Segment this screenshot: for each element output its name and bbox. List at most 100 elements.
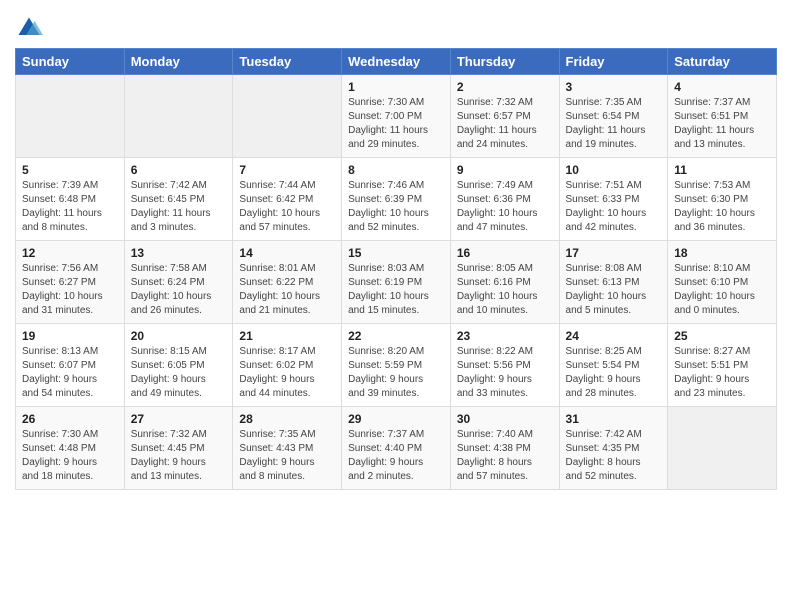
day-info: Sunrise: 8:10 AM Sunset: 6:10 PM Dayligh… <box>674 262 770 318</box>
day-info: Sunrise: 7:51 AM Sunset: 6:33 PM Dayligh… <box>566 179 662 235</box>
weekday-header-tuesday: Tuesday <box>233 49 342 75</box>
calendar-cell: 1 Sunrise: 7:30 AM Sunset: 7:00 PM Daylig… <box>342 75 451 158</box>
calendar-table: SundayMondayTuesdayWednesdayThursdayFrid… <box>15 48 777 490</box>
calendar-cell: 10 Sunrise: 7:51 AM Sunset: 6:33 PM Dayli… <box>559 158 668 241</box>
calendar-cell: 4 Sunrise: 7:37 AM Sunset: 6:51 PM Daylig… <box>668 75 777 158</box>
day-number: 22 <box>348 329 444 343</box>
page-header <box>15 10 777 42</box>
day-number: 5 <box>22 163 118 177</box>
day-info: Sunrise: 8:01 AM Sunset: 6:22 PM Dayligh… <box>239 262 335 318</box>
calendar-cell: 11 Sunrise: 7:53 AM Sunset: 6:30 PM Dayli… <box>668 158 777 241</box>
day-number: 13 <box>131 246 227 260</box>
day-info: Sunrise: 7:56 AM Sunset: 6:27 PM Dayligh… <box>22 262 118 318</box>
calendar-cell: 20Sunrise: 8:15 AM Sunset: 6:05 PM Dayli… <box>124 324 233 407</box>
calendar-cell <box>233 75 342 158</box>
day-info: Sunrise: 7:30 AM Sunset: 7:00 PM Dayligh… <box>348 96 444 152</box>
day-info: Sunrise: 7:53 AM Sunset: 6:30 PM Dayligh… <box>674 179 770 235</box>
calendar-cell: 17 Sunrise: 8:08 AM Sunset: 6:13 PM Dayli… <box>559 241 668 324</box>
day-info: Sunrise: 7:46 AM Sunset: 6:39 PM Dayligh… <box>348 179 444 235</box>
day-info: Sunrise: 7:35 AM Sunset: 4:43 PM Dayligh… <box>239 428 335 484</box>
day-number: 11 <box>674 163 770 177</box>
calendar-cell <box>668 407 777 490</box>
calendar-week-row: 1 Sunrise: 7:30 AM Sunset: 7:00 PM Daylig… <box>16 75 777 158</box>
day-number: 3 <box>566 80 662 94</box>
calendar-cell: 2 Sunrise: 7:32 AM Sunset: 6:57 PM Daylig… <box>450 75 559 158</box>
weekday-header-friday: Friday <box>559 49 668 75</box>
weekday-header-sunday: Sunday <box>16 49 125 75</box>
day-info: Sunrise: 7:30 AM Sunset: 4:48 PM Dayligh… <box>22 428 118 484</box>
calendar-cell <box>124 75 233 158</box>
calendar-week-row: 12 Sunrise: 7:56 AM Sunset: 6:27 PM Dayli… <box>16 241 777 324</box>
day-info: Sunrise: 7:39 AM Sunset: 6:48 PM Dayligh… <box>22 179 118 235</box>
day-number: 24 <box>566 329 662 343</box>
day-info: Sunrise: 7:58 AM Sunset: 6:24 PM Dayligh… <box>131 262 227 318</box>
day-info: Sunrise: 7:44 AM Sunset: 6:42 PM Dayligh… <box>239 179 335 235</box>
day-info: Sunrise: 7:37 AM Sunset: 6:51 PM Dayligh… <box>674 96 770 152</box>
page-container: SundayMondayTuesdayWednesdayThursdayFrid… <box>0 0 792 505</box>
calendar-cell: 8Sunrise: 7:46 AM Sunset: 6:39 PM Daylig… <box>342 158 451 241</box>
day-number: 17 <box>566 246 662 260</box>
day-info: Sunrise: 7:49 AM Sunset: 6:36 PM Dayligh… <box>457 179 553 235</box>
day-number: 25 <box>674 329 770 343</box>
weekday-header-saturday: Saturday <box>668 49 777 75</box>
day-number: 30 <box>457 412 553 426</box>
day-number: 26 <box>22 412 118 426</box>
weekday-header-monday: Monday <box>124 49 233 75</box>
day-number: 12 <box>22 246 118 260</box>
weekday-header-thursday: Thursday <box>450 49 559 75</box>
logo <box>15 14 47 42</box>
day-info: Sunrise: 7:35 AM Sunset: 6:54 PM Dayligh… <box>566 96 662 152</box>
day-info: Sunrise: 7:42 AM Sunset: 4:35 PM Dayligh… <box>566 428 662 484</box>
calendar-week-row: 26 Sunrise: 7:30 AM Sunset: 4:48 PM Dayli… <box>16 407 777 490</box>
day-info: Sunrise: 7:32 AM Sunset: 6:57 PM Dayligh… <box>457 96 553 152</box>
day-info: Sunrise: 8:17 AM Sunset: 6:02 PM Dayligh… <box>239 345 335 401</box>
day-number: 1 <box>348 80 444 94</box>
day-number: 23 <box>457 329 553 343</box>
day-info: Sunrise: 8:15 AM Sunset: 6:05 PM Dayligh… <box>131 345 227 401</box>
day-number: 6 <box>131 163 227 177</box>
day-info: Sunrise: 8:27 AM Sunset: 5:51 PM Dayligh… <box>674 345 770 401</box>
day-number: 29 <box>348 412 444 426</box>
day-number: 18 <box>674 246 770 260</box>
calendar-cell: 5 Sunrise: 7:39 AM Sunset: 6:48 PM Daylig… <box>16 158 125 241</box>
calendar-cell: 15 Sunrise: 8:03 AM Sunset: 6:19 PM Dayli… <box>342 241 451 324</box>
day-number: 2 <box>457 80 553 94</box>
calendar-cell: 25 Sunrise: 8:27 AM Sunset: 5:51 PM Dayli… <box>668 324 777 407</box>
day-number: 10 <box>566 163 662 177</box>
day-info: Sunrise: 7:37 AM Sunset: 4:40 PM Dayligh… <box>348 428 444 484</box>
calendar-cell: 14 Sunrise: 8:01 AM Sunset: 6:22 PM Dayli… <box>233 241 342 324</box>
day-number: 15 <box>348 246 444 260</box>
day-number: 28 <box>239 412 335 426</box>
day-info: Sunrise: 8:25 AM Sunset: 5:54 PM Dayligh… <box>566 345 662 401</box>
calendar-cell: 6 Sunrise: 7:42 AM Sunset: 6:45 PM Daylig… <box>124 158 233 241</box>
day-info: Sunrise: 8:03 AM Sunset: 6:19 PM Dayligh… <box>348 262 444 318</box>
calendar-cell: 16 Sunrise: 8:05 AM Sunset: 6:16 PM Dayli… <box>450 241 559 324</box>
day-number: 31 <box>566 412 662 426</box>
calendar-cell: 28 Sunrise: 7:35 AM Sunset: 4:43 PM Dayli… <box>233 407 342 490</box>
day-info: Sunrise: 8:05 AM Sunset: 6:16 PM Dayligh… <box>457 262 553 318</box>
calendar-week-row: 5 Sunrise: 7:39 AM Sunset: 6:48 PM Daylig… <box>16 158 777 241</box>
weekday-header-row: SundayMondayTuesdayWednesdayThursdayFrid… <box>16 49 777 75</box>
calendar-cell: 26 Sunrise: 7:30 AM Sunset: 4:48 PM Dayli… <box>16 407 125 490</box>
calendar-cell: 12 Sunrise: 7:56 AM Sunset: 6:27 PM Dayli… <box>16 241 125 324</box>
day-number: 19 <box>22 329 118 343</box>
calendar-cell: 13 Sunrise: 7:58 AM Sunset: 6:24 PM Dayli… <box>124 241 233 324</box>
day-info: Sunrise: 7:42 AM Sunset: 6:45 PM Dayligh… <box>131 179 227 235</box>
day-number: 14 <box>239 246 335 260</box>
calendar-cell: 27Sunrise: 7:32 AM Sunset: 4:45 PM Dayli… <box>124 407 233 490</box>
calendar-cell: 3 Sunrise: 7:35 AM Sunset: 6:54 PM Daylig… <box>559 75 668 158</box>
day-info: Sunrise: 8:20 AM Sunset: 5:59 PM Dayligh… <box>348 345 444 401</box>
day-number: 16 <box>457 246 553 260</box>
calendar-cell: 22 Sunrise: 8:20 AM Sunset: 5:59 PM Dayli… <box>342 324 451 407</box>
day-info: Sunrise: 7:40 AM Sunset: 4:38 PM Dayligh… <box>457 428 553 484</box>
calendar-cell: 19 Sunrise: 8:13 AM Sunset: 6:07 PM Dayli… <box>16 324 125 407</box>
day-info: Sunrise: 7:32 AM Sunset: 4:45 PM Dayligh… <box>131 428 227 484</box>
day-info: Sunrise: 8:13 AM Sunset: 6:07 PM Dayligh… <box>22 345 118 401</box>
calendar-cell: 7Sunrise: 7:44 AM Sunset: 6:42 PM Daylig… <box>233 158 342 241</box>
calendar-cell: 24 Sunrise: 8:25 AM Sunset: 5:54 PM Dayli… <box>559 324 668 407</box>
weekday-header-wednesday: Wednesday <box>342 49 451 75</box>
calendar-cell: 9Sunrise: 7:49 AM Sunset: 6:36 PM Daylig… <box>450 158 559 241</box>
day-info: Sunrise: 8:08 AM Sunset: 6:13 PM Dayligh… <box>566 262 662 318</box>
day-info: Sunrise: 8:22 AM Sunset: 5:56 PM Dayligh… <box>457 345 553 401</box>
day-number: 4 <box>674 80 770 94</box>
